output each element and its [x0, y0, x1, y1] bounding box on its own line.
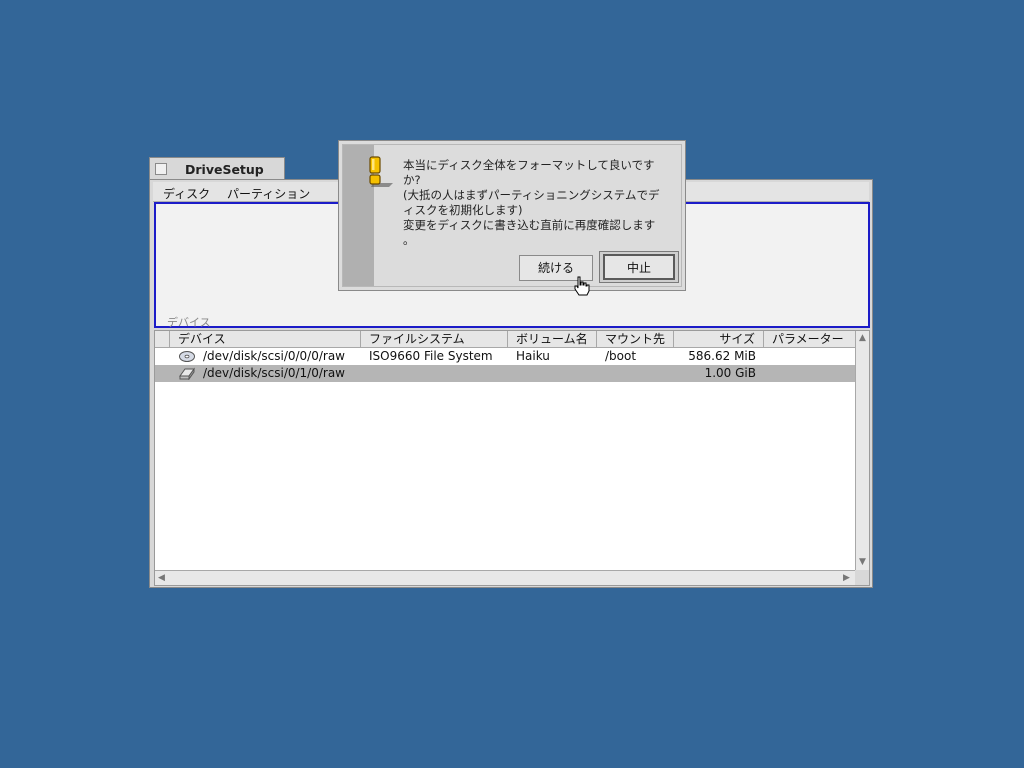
cell-filesystem	[361, 365, 508, 382]
cell-mount	[597, 365, 674, 382]
window-tab[interactable]: DriveSetup	[149, 157, 285, 181]
vertical-scrollbar[interactable]: ▲ ▼	[855, 331, 869, 570]
partition-list[interactable]: デバイス ファイルシステム ボリューム名 マウント先 サイズ パラメーター /d…	[154, 330, 870, 586]
column-header-filesystem[interactable]: ファイルシステム	[361, 331, 508, 347]
alert-message-line: 本当にディスク全体をフォーマットして良いです	[403, 158, 655, 172]
menu-partition[interactable]: パーティション	[227, 185, 310, 202]
cell-device: /dev/disk/scsi/0/0/0/raw	[203, 349, 345, 363]
alert-message-line: か?	[403, 173, 421, 187]
alert-message-line: ィスクを初期化します)	[403, 203, 523, 217]
scroll-corner	[855, 570, 869, 585]
cell-device: /dev/disk/scsi/0/1/0/raw	[203, 366, 345, 380]
cell-size: 586.62 MiB	[688, 349, 756, 363]
column-header-blank	[155, 331, 170, 347]
default-button-frame: 中止	[599, 251, 679, 283]
horizontal-scrollbar[interactable]: ◀ ▶	[155, 570, 855, 585]
scroll-up-icon[interactable]: ▲	[859, 334, 866, 343]
column-header-mount[interactable]: マウント先	[597, 331, 674, 347]
cell-mount: /boot	[605, 349, 637, 363]
cell-size: 1.00 GiB	[704, 366, 756, 380]
scroll-left-icon[interactable]: ◀	[158, 574, 165, 583]
cell-params	[764, 365, 855, 382]
column-header-device[interactable]: デバイス	[170, 331, 361, 347]
column-header-volume[interactable]: ボリューム名	[508, 331, 597, 347]
disk-map-label: デバイス	[167, 316, 211, 329]
warning-icon	[369, 156, 393, 187]
column-header-row: デバイス ファイルシステム ボリューム名 マウント先 サイズ パラメーター	[155, 331, 855, 348]
cell-volume	[508, 365, 597, 382]
column-header-size[interactable]: サイズ	[674, 331, 764, 347]
close-button[interactable]	[155, 163, 167, 175]
scroll-down-icon[interactable]: ▼	[859, 558, 866, 567]
column-header-params[interactable]: パラメーター	[764, 331, 855, 347]
alert-message-line: (大抵の人はまずパーティショニングシステムでデ	[403, 188, 660, 202]
scroll-right-icon[interactable]: ▶	[843, 574, 850, 583]
cd-disk-icon	[179, 351, 195, 362]
table-row[interactable]: /dev/disk/scsi/0/1/0/raw 1.00 GiB	[155, 365, 855, 382]
cell-volume: Haiku	[516, 349, 550, 363]
hand-cursor-icon	[574, 276, 590, 296]
desktop: { "window": { "title": "DriveSetup", "me…	[0, 0, 1024, 768]
hard-disk-icon	[179, 367, 195, 380]
alert-frame: 本当にディスク全体をフォーマットして良いです か? (大抵の人はまずパーティショ…	[342, 144, 682, 287]
menu-disk[interactable]: ディスク	[163, 185, 210, 202]
cell-filesystem: ISO9660 File System	[369, 349, 493, 363]
format-confirm-alert: 本当にディスク全体をフォーマットして良いです か? (大抵の人はまずパーティショ…	[338, 140, 686, 291]
window-title: DriveSetup	[185, 162, 264, 177]
cell-params	[764, 348, 855, 365]
table-row[interactable]: /dev/disk/scsi/0/0/0/raw ISO9660 File Sy…	[155, 348, 855, 365]
alert-message: 本当にディスク全体をフォーマットして良いです か? (大抵の人はまずパーティショ…	[403, 158, 679, 248]
alert-message-line: 。	[403, 233, 415, 247]
cancel-button[interactable]: 中止	[603, 254, 675, 280]
alert-message-line: 変更をディスクに書き込む直前に再度確認します	[403, 218, 656, 232]
